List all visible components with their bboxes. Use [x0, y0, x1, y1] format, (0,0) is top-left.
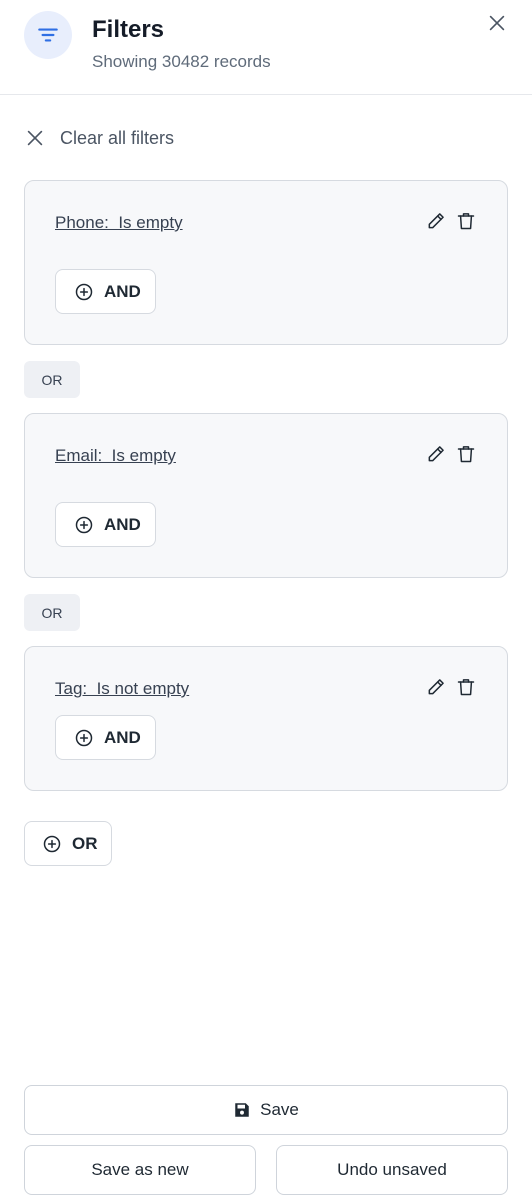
and-button-label: AND — [104, 514, 141, 534]
add-or-group-button[interactable]: OR — [24, 821, 112, 866]
pencil-icon — [428, 679, 444, 695]
filter-group: Phone: Is empty AND — [24, 180, 508, 345]
and-button-label: AND — [104, 727, 141, 747]
filter-condition-link[interactable]: Tag: Is not empty — [55, 679, 189, 699]
close-icon — [489, 15, 505, 31]
add-and-condition-button[interactable]: AND — [55, 502, 156, 547]
clear-all-filters-button[interactable]: Clear all filters — [24, 124, 174, 152]
add-and-condition-button[interactable]: AND — [55, 715, 156, 760]
edit-condition-button[interactable] — [425, 209, 447, 233]
delete-condition-button[interactable] — [455, 442, 477, 466]
save-as-new-button[interactable]: Save as new — [24, 1145, 256, 1195]
plus-circle-icon — [75, 729, 93, 746]
filter-icon — [38, 28, 58, 42]
page-title: Filters — [92, 16, 165, 43]
plus-circle-icon — [43, 835, 61, 852]
condition-actions — [425, 675, 477, 699]
and-button-label: AND — [104, 281, 141, 301]
filter-group: Email: Is empty AND — [24, 413, 508, 578]
trash-icon — [457, 446, 475, 463]
undo-unsaved-button[interactable]: Undo unsaved — [276, 1145, 508, 1195]
or-button-label: OR — [72, 833, 98, 853]
trash-icon — [457, 679, 475, 696]
add-and-condition-button[interactable]: AND — [55, 269, 156, 314]
condition-actions — [425, 442, 477, 466]
condition-actions — [425, 209, 477, 233]
clear-all-filters-label: Clear all filters — [60, 127, 175, 148]
or-separator: OR — [24, 594, 80, 631]
filter-condition-link[interactable]: Phone: Is empty — [55, 213, 183, 233]
plus-circle-icon — [75, 516, 93, 533]
plus-circle-icon — [75, 283, 93, 300]
pencil-icon — [428, 446, 444, 462]
or-separator: OR — [24, 361, 80, 398]
delete-condition-button[interactable] — [455, 675, 477, 699]
records-count-text: Showing 30482 records — [92, 52, 271, 71]
filter-condition-link[interactable]: Email: Is empty — [55, 446, 176, 466]
panel-header: Filters Showing 30482 records — [0, 0, 532, 95]
filters-panel: Filters Showing 30482 records Clear all … — [0, 0, 532, 1202]
edit-condition-button[interactable] — [425, 442, 447, 466]
close-icon — [27, 130, 43, 146]
trash-icon — [457, 213, 475, 230]
edit-condition-button[interactable] — [425, 675, 447, 699]
filter-icon-badge — [24, 11, 72, 59]
save-button[interactable]: Save — [24, 1085, 508, 1135]
delete-condition-button[interactable] — [455, 209, 477, 233]
save-button-label: Save — [260, 1100, 299, 1119]
floppy-disk-icon — [235, 1103, 249, 1117]
close-button[interactable] — [484, 10, 510, 36]
pencil-icon — [428, 213, 444, 229]
filter-group: Tag: Is not empty AND — [24, 646, 508, 791]
